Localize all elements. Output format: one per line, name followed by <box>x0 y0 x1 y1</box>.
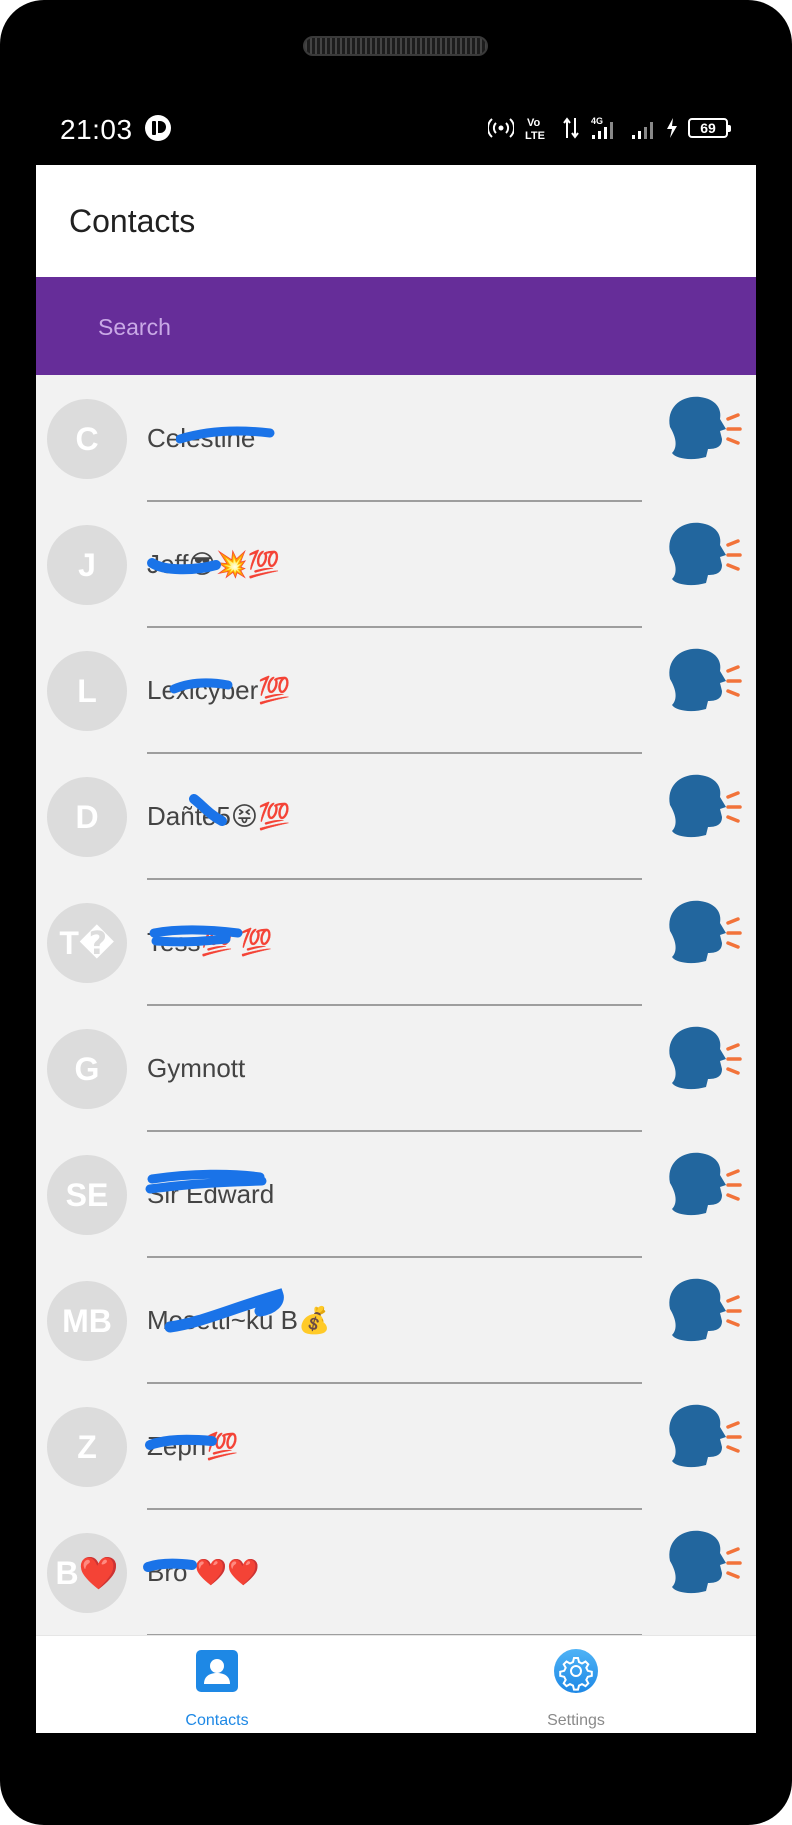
earpiece-speaker <box>303 36 488 56</box>
contact-avatar: G <box>47 1029 127 1109</box>
speak-head-icon[interactable] <box>662 519 742 591</box>
speak-head-icon[interactable] <box>662 1401 742 1473</box>
contact-avatar: B❤️ <box>47 1533 127 1613</box>
contact-avatar: MB <box>47 1281 127 1361</box>
speak-head-icon[interactable] <box>662 1023 742 1095</box>
settings-icon <box>554 1649 598 1693</box>
svg-text:LTE: LTE <box>525 130 545 141</box>
contact-avatar: L <box>47 651 127 731</box>
contact-row[interactable]: J Jeff😎💥💯 <box>36 501 756 628</box>
speak-head-icon[interactable] <box>662 771 742 843</box>
data-arrows-icon <box>563 117 579 139</box>
contact-row[interactable]: D Dañte5😝💯 <box>36 753 756 880</box>
contact-name: Zeph💯 <box>147 1431 239 1461</box>
contact-name: Lexicyber💯 <box>147 675 291 705</box>
speak-head-icon[interactable] <box>662 897 742 969</box>
phone-frame: 21:03 Vo LTE 4G 69 Contacts Search C Cel… <box>0 0 792 1825</box>
contact-name: Mosetti~ku B💰 <box>147 1305 331 1335</box>
contact-row[interactable]: T� Tess💯 💯 <box>36 879 756 1006</box>
app-screen: Contacts C Celestine J Jeff😎💥💯 <box>36 165 756 1733</box>
contact-avatar: C <box>47 399 127 479</box>
contact-avatar: D <box>47 777 127 857</box>
status-bar: 21:03 Vo LTE 4G 69 <box>36 100 756 160</box>
status-icons: Vo LTE 4G 69 <box>488 112 731 144</box>
app-bar: Contacts <box>36 165 756 277</box>
battery-level: 69 <box>700 120 716 136</box>
search-bar <box>36 277 756 375</box>
contact-name: Celestine <box>147 423 256 453</box>
contact-avatar: J <box>47 525 127 605</box>
contact-row[interactable]: MB Mosetti~ku B💰 <box>36 1257 756 1384</box>
speak-head-icon[interactable] <box>662 645 742 717</box>
contact-name: Gymnott <box>147 1053 246 1083</box>
contact-row[interactable]: G Gymnott <box>36 1005 756 1132</box>
hotspot-icon <box>488 118 514 138</box>
contact-name: Dañte5😝💯 <box>147 801 291 831</box>
speak-head-icon[interactable] <box>662 1149 742 1221</box>
page-title: Contacts <box>69 203 196 239</box>
contact-row[interactable]: B❤️ Bro ❤️❤️ <box>36 1509 756 1635</box>
contact-avatar: Z <box>47 1407 127 1487</box>
signal-icon <box>632 122 653 139</box>
contact-row[interactable]: SE Sir Edward <box>36 1131 756 1258</box>
svg-text:Vo: Vo <box>527 117 541 129</box>
battery-indicator: 69 <box>688 118 731 138</box>
contacts-icon <box>196 1650 238 1692</box>
contact-avatar: SE <box>47 1155 127 1235</box>
contact-name: Sir Edward <box>147 1179 275 1209</box>
charging-icon <box>667 118 677 138</box>
tab-settings-label: Settings <box>547 1712 605 1729</box>
bottom-navigation: Contacts Settings <box>36 1635 756 1733</box>
speak-head-icon[interactable] <box>662 1527 742 1599</box>
speak-head-icon[interactable] <box>662 1275 742 1347</box>
contacts-list[interactable]: C Celestine J Jeff😎💥💯 L Lexicyber💯 D Dañ… <box>36 375 756 1635</box>
tab-contacts-label: Contacts <box>185 1712 249 1729</box>
contact-name: Jeff😎💥💯 <box>147 549 281 579</box>
signal-4g-icon: 4G <box>591 116 613 139</box>
app-notification-icon <box>145 115 171 141</box>
volte-icon: Vo LTE <box>525 117 545 141</box>
tab-settings[interactable]: Settings <box>476 1636 676 1733</box>
contact-name: Bro ❤️❤️ <box>147 1557 260 1587</box>
speak-head-icon[interactable] <box>662 393 742 465</box>
contact-row[interactable]: Z Zeph💯 <box>36 1383 756 1510</box>
svg-text:4G: 4G <box>591 116 603 126</box>
contact-name: Tess💯 💯 <box>147 927 273 957</box>
tab-contacts[interactable]: Contacts <box>117 1636 317 1733</box>
status-time: 21:03 <box>60 114 133 145</box>
contact-avatar: T� <box>47 903 127 983</box>
contact-row[interactable]: L Lexicyber💯 <box>36 627 756 754</box>
search-input[interactable] <box>96 303 700 351</box>
contact-row[interactable]: C Celestine <box>36 375 756 502</box>
